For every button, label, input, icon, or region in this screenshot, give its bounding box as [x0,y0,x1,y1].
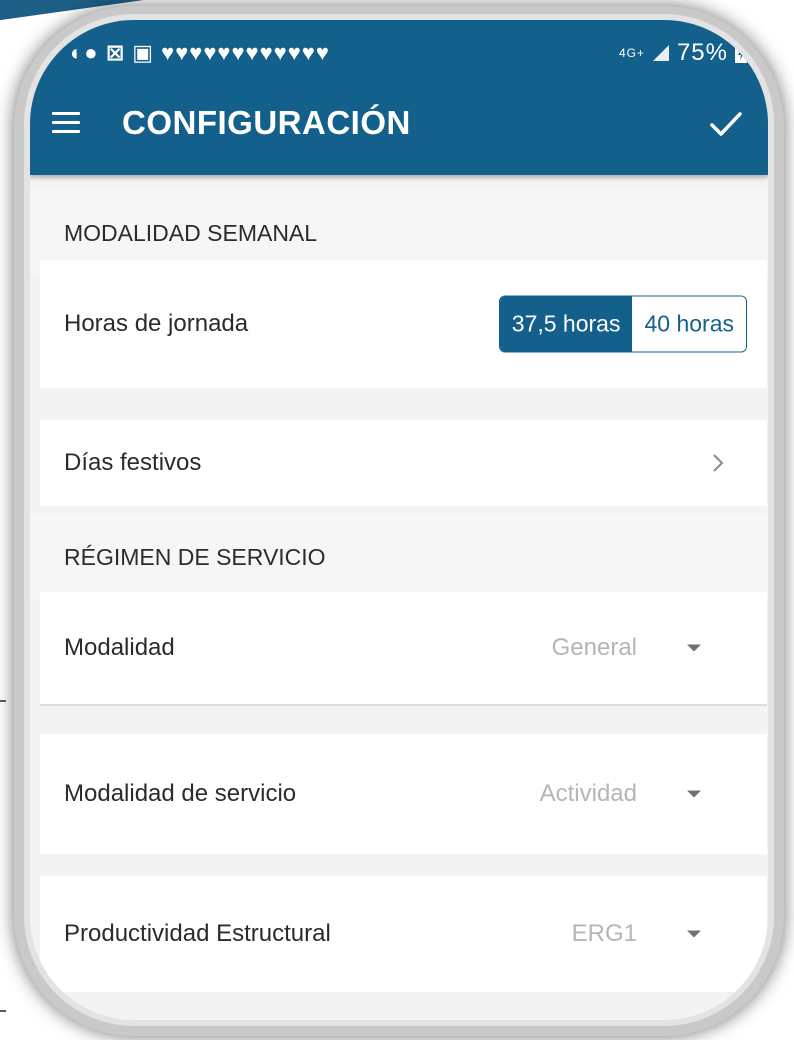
section-header-service: RÉGIMEN DE SERVICIO [30,514,768,600]
modality-row[interactable]: Modalidad General [40,592,767,704]
service-mode-row[interactable]: Modalidad de servicio Actividad [40,734,767,854]
hours-row: Horas de jornada 37,5 horas 40 horas [40,260,767,388]
holidays-row[interactable]: Días festivos [40,420,767,506]
hours-option-37-5[interactable]: 37,5 horas [499,296,633,352]
check-icon[interactable] [708,106,744,142]
hamburger-menu-icon[interactable] [52,112,80,134]
hours-segmented-control: 37,5 horas 40 horas [498,295,747,353]
service-mode-label: Modalidad de servicio [64,780,297,807]
productivity-label: Productividad Estructural [64,920,331,947]
signal-icon [652,45,669,61]
chevron-right-icon [713,454,724,472]
page-title: CONFIGURACIÓN [122,104,411,141]
productivity-select-value[interactable]: ERG1 [572,920,637,948]
battery-percent: 75% [676,39,728,66]
dropdown-arrow-icon[interactable] [687,790,701,798]
edge-mark [0,700,6,702]
battery-icon [735,42,747,63]
hours-label: Horas de jornada [64,310,249,337]
dropdown-arrow-icon[interactable] [687,644,701,652]
divider [40,704,767,706]
status-bar: ◐● ⊠ ▣ ♥♥♥♥♥♥♥♥♥♥♥♥ 4G+ 75% [70,36,748,70]
phone-screen: ◐● ⊠ ▣ ♥♥♥♥♥♥♥♥♥♥♥♥ 4G+ 75% CONFIGURACIÓ… [24,14,774,1026]
dropdown-arrow-icon[interactable] [687,930,701,938]
productivity-row[interactable]: Productividad Estructural ERG1 [40,876,767,992]
notification-icons: ◐● ⊠ ▣ ♥♥♥♥♥♥♥♥♥♥♥♥ [70,40,330,65]
network-indicator: 4G+ [618,46,645,60]
app-bar: ◐● ⊠ ▣ ♥♥♥♥♥♥♥♥♥♥♥♥ 4G+ 75% CONFIGURACIÓ… [30,20,768,175]
status-right: 4G+ 75% [619,39,748,67]
hours-option-40[interactable]: 40 horas [632,296,746,352]
modality-label: Modalidad [64,634,175,661]
service-mode-select-value[interactable]: Actividad [540,780,637,808]
edge-mark [0,1010,6,1012]
modality-select-value[interactable]: General [552,634,637,662]
holidays-label: Días festivos [64,449,202,476]
